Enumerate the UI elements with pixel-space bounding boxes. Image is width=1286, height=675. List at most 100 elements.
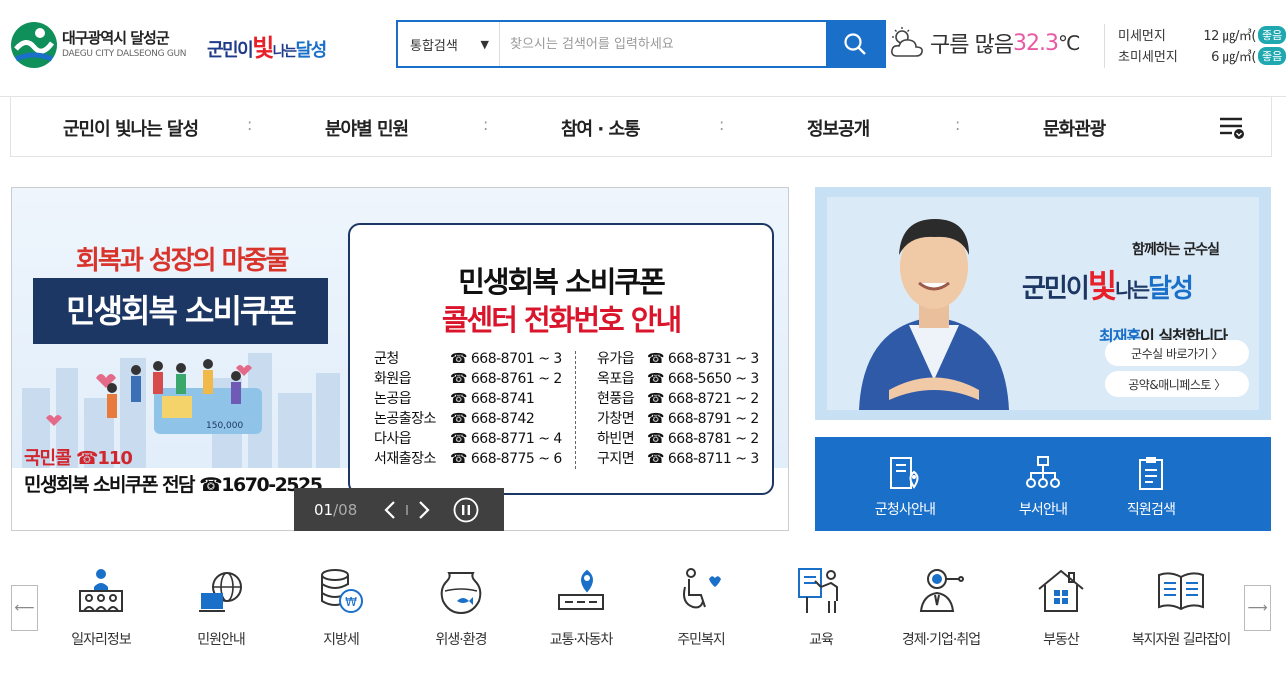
list-item: 화원읍 ☎ 668-8761 ~ 2 <box>374 369 562 389</box>
search-category-value: 통합검색 <box>410 38 458 54</box>
call-office: 구지면 <box>597 451 635 467</box>
header: 대구광역시 달성군 DAEGU CITY DALSEONG GUN 군민이빛나는… <box>0 0 1286 97</box>
category-label: 교육 <box>809 632 834 648</box>
slogan-part: 달성 <box>1148 274 1194 304</box>
quick-building-guide[interactable]: 군청사안내 <box>855 455 955 519</box>
call-tel: ☎ 668-8731 ~ 3 <box>647 351 759 367</box>
pause-icon <box>453 497 479 522</box>
category-welfare[interactable]: 주민복지 <box>641 565 761 649</box>
search-button[interactable] <box>826 22 884 66</box>
house-icon <box>1038 569 1084 612</box>
call-office: 다사읍 <box>374 431 412 447</box>
category-local-tax[interactable]: ₩ 지방세 <box>281 565 401 649</box>
chevron-down-icon: ▼ <box>480 37 489 51</box>
chevron-right-icon <box>419 500 430 519</box>
category-hygiene-environment[interactable]: 위생·환경 <box>401 565 521 649</box>
banner-hotline-national: 국민콜 ☎110 <box>24 448 133 469</box>
arrow-left-icon: ⟵ <box>14 600 35 616</box>
dust-grade-badge: 좋음 <box>1258 46 1286 65</box>
list-item: 옥포읍 ☎ 668-5650 ~ 3 <box>597 369 759 389</box>
coupon-people-illustration: 150,000 <box>46 359 262 434</box>
category-label: 경제·기업·취업 <box>901 632 981 648</box>
banner-next-button[interactable] <box>410 496 438 524</box>
gnb-item-civil-affairs[interactable]: 분야별 민원 <box>325 115 409 141</box>
search-icon <box>844 33 866 55</box>
dust-label: 초미세먼지 <box>1118 50 1178 65</box>
quick-staff-search[interactable]: 직원검색 <box>1101 455 1201 519</box>
call-office: 하빈면 <box>597 431 635 447</box>
gnb-item-slogan[interactable]: 군민이 빛나는 달성 <box>63 115 199 141</box>
call-office: 유가읍 <box>597 351 635 367</box>
banner-pause-button[interactable] <box>452 496 480 524</box>
coupon-amount: 150,000 <box>206 421 243 431</box>
divider <box>1104 24 1105 68</box>
quick-label: 직원검색 <box>1126 502 1176 518</box>
chevron-left-icon <box>384 500 395 519</box>
list-item: 유가읍 ☎ 668-8731 ~ 3 <box>597 349 759 369</box>
gnb-item-culture-tourism[interactable]: 문화관광 <box>1043 115 1106 141</box>
category-civil-guide[interactable]: 민원안내 <box>161 565 281 649</box>
dust-value: 6 ㎍/㎥( <box>1211 50 1256 65</box>
category-label: 교통·자동차 <box>549 632 614 648</box>
quick-label: 부서안내 <box>1018 502 1068 518</box>
promo-slogan: 군민이빛나는달성 <box>1022 261 1194 307</box>
weather-widget: 구름 많음 32.3 ℃ <box>888 26 1080 60</box>
arrow-right-icon: ⟶ <box>1247 600 1268 616</box>
header-slogan: 군민이빛나는달성 <box>207 28 327 63</box>
site-logo[interactable]: 대구광역시 달성군 DAEGU CITY DALSEONG GUN <box>10 19 187 71</box>
callbox-divider <box>575 351 576 469</box>
banner-headline-small: 회복과 성장의 마중물 <box>76 246 289 276</box>
category-next-button[interactable]: ⟶ <box>1244 585 1271 631</box>
call-office: 서재출장소 <box>374 451 436 467</box>
category-real-estate[interactable]: 부동산 <box>1001 565 1121 649</box>
banner-hotline-dedicated: 민생회복 소비쿠폰 전담 ☎1670-2525 <box>24 474 323 496</box>
mayor-office-button[interactable]: 군수실 바로가기 〉 <box>1105 340 1249 366</box>
logo-subtitle: DAEGU CITY DALSEONG GUN <box>62 49 187 59</box>
quick-department-guide[interactable]: 부서안내 <box>993 455 1093 519</box>
promo-caption: 함께하는 군수실 <box>1132 242 1220 258</box>
gnb-item-info-disclosure[interactable]: 정보공개 <box>807 115 870 141</box>
category-jobs[interactable]: 일자리정보 <box>41 565 161 649</box>
main-navigation: 군민이 빛나는 달성 : 분야별 민원 : 참여 · 소통 : 정보공개 : 문… <box>10 97 1272 157</box>
call-office: 논공읍 <box>374 391 412 407</box>
pledge-manifesto-button[interactable]: 공약&매니페스토 〉 <box>1105 371 1249 397</box>
category-label: 위생·환경 <box>435 632 488 648</box>
category-label: 일자리정보 <box>71 632 131 648</box>
category-welfare-guide[interactable]: 복지자원 길라잡이 <box>1121 565 1241 649</box>
all-menu-icon[interactable] <box>1218 113 1246 141</box>
search-input[interactable] <box>500 22 826 66</box>
call-tel: ☎ 668-8781 ~ 2 <box>647 431 759 447</box>
call-tel: ☎ 668-8711 ~ 3 <box>647 451 759 467</box>
won-symbol: ₩ <box>345 595 357 609</box>
dust-value: 12 ㎍/㎥( <box>1203 29 1256 44</box>
category-prev-button[interactable]: ⟵ <box>11 585 38 631</box>
gnb-separator: : <box>719 115 725 134</box>
category-label: 복지자원 길라잡이 <box>1131 632 1232 648</box>
org-chart-icon <box>1026 456 1060 488</box>
call-office: 화원읍 <box>374 371 412 387</box>
category-label: 주민복지 <box>677 632 726 648</box>
category-education[interactable]: 교육 <box>761 565 881 649</box>
dust-row: 초미세먼지 6 ㎍/㎥( 좋음 ) <box>1118 45 1286 66</box>
search-category-select[interactable]: 통합검색 ▼ <box>398 22 500 66</box>
mayor-photo <box>859 219 1009 410</box>
gnb-item-participation[interactable]: 참여 · 소통 <box>561 115 641 141</box>
people-desk-icon <box>79 569 123 612</box>
call-tel: ☎ 668-5650 ~ 3 <box>647 371 759 387</box>
callbox-title: 민생회복 소비쿠폰 <box>458 265 666 299</box>
building-location-icon <box>890 457 919 489</box>
open-book-icon <box>1158 572 1204 611</box>
category-economy-jobs[interactable]: 경제·기업·취업 <box>881 565 1001 649</box>
category-label: 민원안내 <box>197 632 246 648</box>
main-banner[interactable]: 150,000 회복과 성장의 마중물 민생회복 소비쿠폰 국민콜 ☎110 민… <box>11 187 789 531</box>
banner-controls: 01/08 <box>294 488 504 531</box>
weather-temperature: 32.3 <box>1012 30 1059 56</box>
banner-prev-button[interactable] <box>376 496 404 524</box>
weather-unit: ℃ <box>1057 31 1081 55</box>
coins-icon: ₩ <box>321 569 363 613</box>
gnb-separator: : <box>247 115 253 134</box>
slogan-part: 나는 <box>1115 278 1150 302</box>
quick-label: 군청사안내 <box>874 502 936 518</box>
category-traffic-vehicle[interactable]: 교통·자동차 <box>521 565 641 649</box>
map-pin-road-icon <box>558 569 604 610</box>
